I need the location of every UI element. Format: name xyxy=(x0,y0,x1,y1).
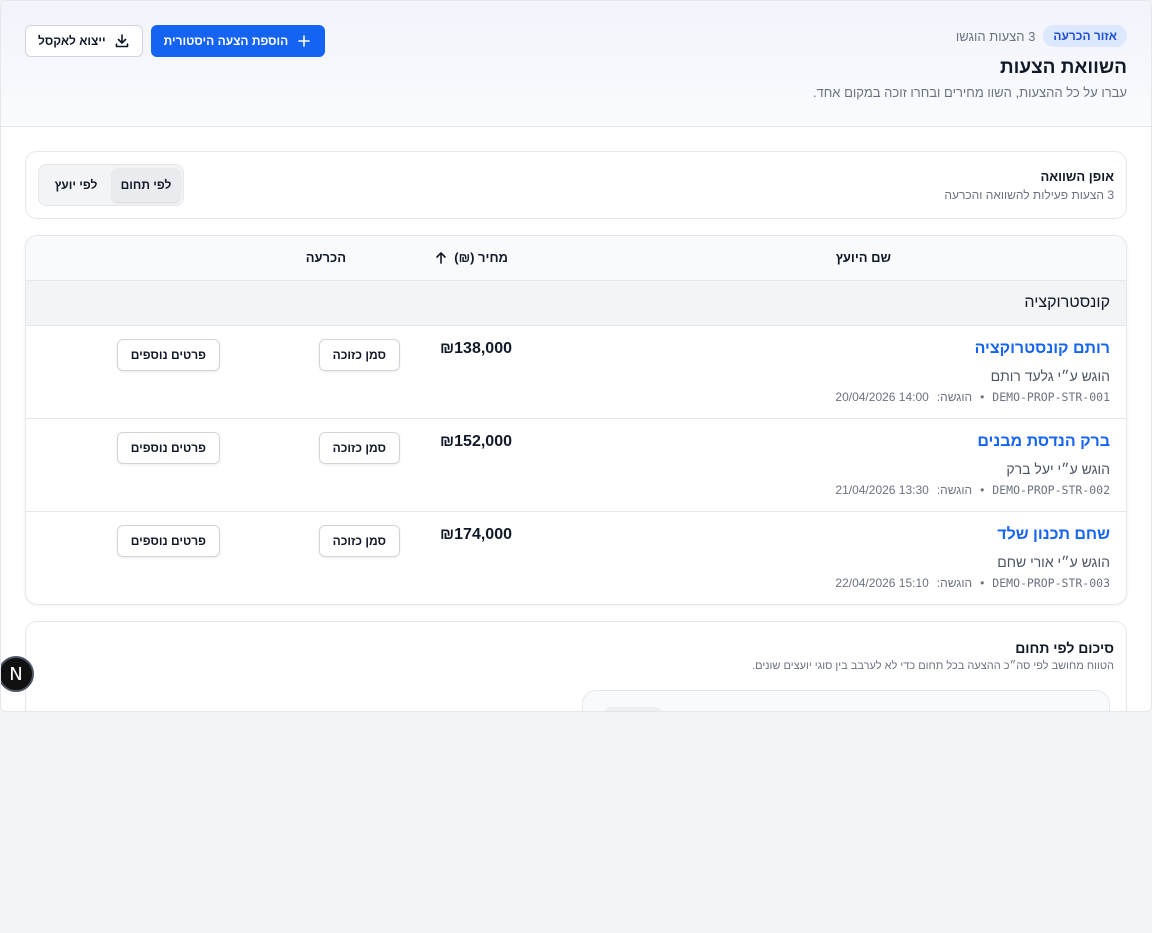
export-label: ייצוא לאקסל xyxy=(38,34,106,48)
page-header: אזור הכרעה 3 הצעות הוגשו השוואת הצעות עב… xyxy=(1,1,1151,127)
export-excel-button[interactable]: ייצוא לאקסל xyxy=(25,25,143,57)
mark-winner-button[interactable]: סמן כזוכה xyxy=(318,339,400,371)
submitted-by: הוגש ע״י גלעד רותם xyxy=(990,368,1110,384)
group-row-structure: קונסטרוקציה xyxy=(26,281,1126,326)
proposal-price: ₪174,000 xyxy=(440,526,512,543)
table-row: רותם קונסטרוקציה הוגש ע״י גלעד רותם DEMO… xyxy=(26,326,1126,419)
more-details-button[interactable]: פרטים נוספים xyxy=(116,525,220,557)
summary-by-discipline-card: סיכום לפי תחום הטווח מחושב לפי סה״כ ההצע… xyxy=(25,621,1127,711)
fab-letter: N xyxy=(9,663,23,685)
summary-title: סיכום לפי תחום xyxy=(1015,640,1114,656)
plus-icon xyxy=(298,35,311,47)
add-label: הוספת הצעה היסטורית xyxy=(163,34,289,48)
table-row: ברק הנדסת מבנים הוגש ע״י יעל ברק DEMO-PR… xyxy=(26,419,1126,512)
submitted-label: הוגשה: xyxy=(936,483,973,497)
mark-winner-button[interactable]: סמן כזוכה xyxy=(318,525,400,557)
group-label: קונסטרוקציה xyxy=(1024,294,1110,311)
submitted-date: 21/04/2026 13:30 xyxy=(835,483,929,497)
proposals-count: 3 הצעות הוגשו xyxy=(955,28,1036,44)
more-details-button[interactable]: פרטים נוספים xyxy=(116,339,220,371)
mode-by-consultant[interactable]: לפי יועץ xyxy=(42,168,110,202)
mode-by-discipline[interactable]: לפי תחום xyxy=(112,168,180,202)
proposal-meta: DEMO-PROP-STR-003 • הוגשה: 22/04/2026 15… xyxy=(835,576,1110,590)
comparison-mode-toggle: לפי תחום לפי יועץ xyxy=(38,164,184,206)
submitted-by: הוגש ע״י יעל ברק xyxy=(1006,461,1110,477)
vendor-name-link[interactable]: ברק הנדסת מבנים xyxy=(977,433,1110,451)
proposal-price: ₪138,000 xyxy=(440,340,512,357)
column-decision: הכרעה xyxy=(305,250,346,265)
submitted-by: הוגש ע״י אורי שחם xyxy=(997,554,1110,570)
arrow-up-icon xyxy=(436,251,447,264)
table-row: שחם תכנון שלד הוגש ע״י אורי שחם DEMO-PRO… xyxy=(26,512,1126,604)
summary-pill xyxy=(603,707,663,711)
proposal-meta: DEMO-PROP-STR-001 • הוגשה: 20/04/2026 14… xyxy=(835,390,1110,404)
column-price-label: מחיר (₪) xyxy=(454,250,508,265)
decision-zone-badge: אזור הכרעה xyxy=(1043,25,1127,47)
submitted-date: 22/04/2026 15:10 xyxy=(835,576,929,590)
meta-separator: • xyxy=(980,483,985,497)
page: אזור הכרעה 3 הצעות הוגשו השוואת הצעות עב… xyxy=(0,0,1152,712)
submitted-date: 20/04/2026 14:00 xyxy=(835,390,929,404)
column-consultant-name[interactable]: שם היועץ xyxy=(836,250,891,265)
proposal-code: DEMO-PROP-STR-001 xyxy=(992,390,1110,404)
vendor-name-link[interactable]: שחם תכנון שלד xyxy=(997,526,1110,544)
page-subtitle: עברו על כל ההצעות, השוו מחירים ובחרו זוכ… xyxy=(812,85,1127,100)
header-actions: ייצוא לאקסל הוספת הצעה היסטורית xyxy=(25,25,326,57)
proposal-code: DEMO-PROP-STR-003 xyxy=(992,576,1110,590)
meta-separator: • xyxy=(980,390,985,404)
submitted-label: הוגשה: xyxy=(936,576,973,590)
mark-winner-button[interactable]: סמן כזוכה xyxy=(318,432,400,464)
table-header: שם היועץ מחיר (₪) הכרעה xyxy=(26,236,1126,281)
comparison-mode-subtitle: 3 הצעות פעילות להשוואה והכרעה xyxy=(944,188,1114,202)
download-icon xyxy=(115,34,128,48)
proposal-meta: DEMO-PROP-STR-002 • הוגשה: 21/04/2026 13… xyxy=(835,483,1110,497)
column-price[interactable]: מחיר (₪) xyxy=(434,250,508,265)
summary-subtitle: הטווח מחושב לפי סה״כ ההצעה בכל תחום כדי … xyxy=(752,660,1114,672)
proposals-table: שם היועץ מחיר (₪) הכרעה קונסטרוקציה רותם… xyxy=(25,235,1127,605)
summary-discipline-card xyxy=(582,690,1110,711)
comparison-mode-title: אופן השוואה xyxy=(1040,169,1114,184)
submitted-label: הוגשה: xyxy=(936,390,973,404)
comparison-mode-card: אופן השוואה 3 הצעות פעילות להשוואה והכרע… xyxy=(25,151,1127,219)
more-details-button[interactable]: פרטים נוספים xyxy=(116,432,220,464)
vendor-name-link[interactable]: רותם קונסטרוקציה xyxy=(975,340,1110,358)
proposal-code: DEMO-PROP-STR-002 xyxy=(992,483,1110,497)
meta-separator: • xyxy=(980,576,985,590)
page-title: השוואת הצעות xyxy=(999,57,1127,78)
proposal-price: ₪152,000 xyxy=(440,433,512,450)
add-historical-proposal-button[interactable]: הוספת הצעה היסטורית xyxy=(150,25,326,57)
